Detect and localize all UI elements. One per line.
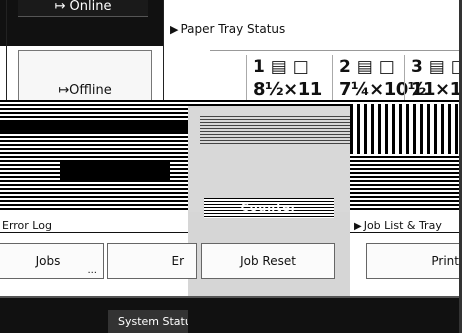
paper-tray-panel: 1 ▤ □ 8½×11 2 ▤ □ 7¼×10½ 3 ▤ □ 11×17 bbox=[210, 50, 462, 103]
more-icon: ... bbox=[87, 265, 97, 276]
tray-1-size: 8½×11 bbox=[253, 79, 322, 100]
job-list-label: ▶ Job List & Tray bbox=[354, 219, 442, 232]
job-reset-button[interactable]: Job Reset bbox=[201, 243, 335, 279]
divider bbox=[0, 232, 188, 233]
center-panel-stripes bbox=[200, 116, 350, 146]
scanline-glitch bbox=[350, 104, 462, 154]
tray-2: 2 ▤ □ 7¼×10½ bbox=[332, 55, 426, 103]
paper-tray-title: ▶ Paper Tray Status bbox=[170, 22, 285, 36]
triangle-right-icon: ▶ bbox=[354, 221, 362, 232]
tray-3-number: 3 ▤ □ bbox=[411, 57, 462, 77]
jobs-button-label: Jobs bbox=[35, 254, 61, 268]
divider bbox=[350, 232, 462, 233]
jobs-button[interactable]: Jobs ... bbox=[0, 243, 104, 279]
bottom-status-bar bbox=[0, 298, 462, 333]
scanline-glitch bbox=[0, 120, 190, 132]
job-list-label-text: Job List & Tray bbox=[363, 219, 442, 232]
printer-status-screen: ↦ Online ↦Offline ▶ Paper Tray Status 1 ▤… bbox=[0, 0, 462, 333]
scanline-glitch bbox=[60, 160, 170, 180]
offline-button[interactable]: ↦Offline bbox=[18, 50, 152, 102]
error-log-label: Error Log bbox=[2, 219, 52, 232]
tray-3: 3 ▤ □ 11×17 bbox=[404, 55, 462, 103]
tray-1: 1 ▤ □ 8½×11 bbox=[246, 55, 333, 103]
tray-1-number: 1 ▤ □ bbox=[253, 57, 309, 77]
error-button[interactable]: Er bbox=[107, 243, 197, 279]
system-status-tab[interactable]: System Status bbox=[108, 310, 188, 333]
counter-button[interactable]: Counter bbox=[204, 198, 334, 218]
tray-2-number: 2 ▤ □ bbox=[339, 57, 395, 77]
tray-3-size: 11×17 bbox=[411, 79, 462, 100]
paper-tray-title-text: Paper Tray Status bbox=[180, 22, 286, 36]
print-button[interactable]: Print bbox=[366, 243, 462, 279]
triangle-right-icon: ▶ bbox=[170, 23, 179, 36]
